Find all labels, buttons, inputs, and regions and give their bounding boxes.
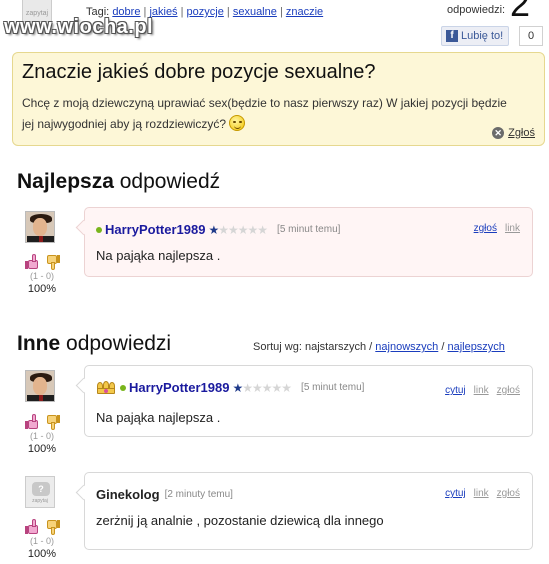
quote-answer-link[interactable]: cytuj xyxy=(445,488,466,499)
tags-label: Tagi: xyxy=(86,6,110,18)
report-answer-link[interactable]: zgłoś xyxy=(497,385,520,396)
answer-card: HarryPotter1989 ★ ★ ★ ★ ★ ★ [5 minut temu] cy… xyxy=(84,365,533,437)
thumb-down-icon[interactable] xyxy=(44,254,60,270)
thumb-down-icon[interactable] xyxy=(44,519,60,535)
thumb-up-icon[interactable] xyxy=(24,519,41,535)
answer-time: [5 minut temu] xyxy=(301,382,365,393)
answer-permalink[interactable]: link xyxy=(505,223,520,234)
tag-link[interactable]: pozycje xyxy=(187,6,224,18)
quote-answer-link[interactable]: cytuj xyxy=(445,385,466,396)
tag-link[interactable]: znaczie xyxy=(286,6,323,18)
answer-author[interactable]: HarryPotter1989 xyxy=(105,222,205,237)
avatar[interactable]: ? zapytaj xyxy=(25,476,55,508)
answer-header: HarryPotter1989 ★ ★ ★ ★ ★ ★ [5 minut temu] xyxy=(96,380,364,395)
crown-icon xyxy=(96,380,116,395)
answer-author[interactable]: Ginekolog xyxy=(96,487,160,502)
best-answer-heading: Najlepsza odpowiedź xyxy=(17,170,220,194)
sort-label: Sortuj wg: xyxy=(253,341,302,353)
star-filled-icon: ★ xyxy=(232,380,243,395)
rank-stars: ★ ★ ★ ★ ★ ★ xyxy=(208,222,268,237)
star-empty-icon: ★ xyxy=(261,380,273,395)
star-empty-icon: ★ xyxy=(257,222,268,237)
vote-count: (1 - 0) xyxy=(29,536,54,546)
smiley-icon xyxy=(229,115,246,131)
answer-header: Ginekolog [2 minuty temu] xyxy=(96,487,233,502)
answer-text: Na pająka najlepsza . xyxy=(96,410,221,425)
answer-author[interactable]: HarryPotter1989 xyxy=(129,380,229,395)
answer-header: HarryPotter1989 ★ ★ ★ ★ ★ ★ [5 minut temu] xyxy=(96,222,340,237)
rank-stars: ★ ★ ★ ★ ★ ★ xyxy=(232,380,292,395)
tags-bar: Tagi: dobre | jakieś | pozycje | sexualn… xyxy=(86,6,324,18)
other-heading-rest: odpowiedzi xyxy=(66,332,172,355)
question-box: Znaczie jakieś dobre pozycje sexualne? C… xyxy=(12,52,545,146)
top-bar: zapytaj www.wiocha.pl Tagi: dobre | jaki… xyxy=(0,0,549,50)
star-empty-icon: ★ xyxy=(242,380,253,395)
star-empty-icon: ★ xyxy=(271,380,283,395)
close-circle-icon: ✕ xyxy=(492,127,505,139)
vote-count: (1 - 0) xyxy=(29,431,54,441)
sort-newest-link[interactable]: najnowszych xyxy=(375,341,438,353)
facebook-like-label: Lubię to! xyxy=(461,30,504,42)
question-body: Chcę z moją dziewczyną uprawiać sex(będz… xyxy=(22,93,522,135)
answer-actions: cytuj link zgłoś xyxy=(445,488,520,499)
answer-text: zerżnij ją analnie , pozostanie dziewicą… xyxy=(96,513,384,528)
report-question-label: Zgłoś xyxy=(508,127,535,139)
watermark: www.wiocha.pl xyxy=(4,16,154,38)
question-title: Znaczie jakieś dobre pozycje sexualne? xyxy=(22,61,376,83)
answers-count-label: odpowiedzi: xyxy=(447,4,506,16)
answer-actions: zgłoś link xyxy=(474,223,520,234)
answer-actions: cytuj link zgłoś xyxy=(445,385,520,396)
vote-panel: (1 - 0) 100% xyxy=(20,519,64,560)
star-filled-icon: ★ xyxy=(208,222,219,237)
star-empty-icon: ★ xyxy=(218,222,229,237)
facebook-like-button[interactable]: f Lubię to! xyxy=(441,26,510,46)
question-body-text: Chcę z moją dziewczyną uprawiać sex(będz… xyxy=(22,96,507,131)
avatar[interactable] xyxy=(25,211,55,243)
answer-permalink[interactable]: link xyxy=(474,488,489,499)
vote-percent: 100% xyxy=(27,443,57,455)
answers-count: 2 xyxy=(510,0,531,24)
facebook-icon: f xyxy=(446,30,458,42)
best-answer-card: HarryPotter1989 ★ ★ ★ ★ ★ ★ [5 minut temu] zg… xyxy=(84,207,533,277)
avatar[interactable] xyxy=(25,370,55,402)
best-heading-bold: Najlepsza xyxy=(17,170,114,193)
vote-percent: 100% xyxy=(27,548,57,560)
thumb-up-icon[interactable] xyxy=(24,254,41,270)
facebook-like-count: 0 xyxy=(519,26,543,46)
answer-time: [5 minut temu] xyxy=(277,224,341,235)
best-heading-rest: odpowiedź xyxy=(119,170,221,193)
answer-permalink[interactable]: link xyxy=(474,385,489,396)
online-status-icon xyxy=(96,226,102,233)
vote-panel: (1 - 0) 100% xyxy=(20,254,64,295)
star-empty-icon: ★ xyxy=(227,222,239,237)
online-status-icon xyxy=(120,384,126,391)
sort-best-link[interactable]: najlepszych xyxy=(447,341,504,353)
star-empty-icon: ★ xyxy=(281,380,292,395)
answer-text: Na pająka najlepsza . xyxy=(96,248,221,263)
report-question-button[interactable]: ✕ Zgłoś xyxy=(492,127,535,139)
vote-count: (1 - 0) xyxy=(29,271,54,281)
sort-bar: Sortuj wg: najstarszych / najnowszych / … xyxy=(253,341,505,353)
vote-percent: 100% xyxy=(27,283,57,295)
star-empty-icon: ★ xyxy=(247,222,259,237)
other-heading-bold: Inne xyxy=(17,332,61,355)
vote-panel: (1 - 0) 100% xyxy=(20,414,64,455)
report-answer-link[interactable]: zgłoś xyxy=(474,223,497,234)
answer-time: [2 minuty temu] xyxy=(164,489,233,500)
tag-link[interactable]: sexualne xyxy=(233,6,277,18)
report-answer-link[interactable]: zgłoś xyxy=(497,488,520,499)
star-empty-icon: ★ xyxy=(251,380,263,395)
thumb-up-icon[interactable] xyxy=(24,414,41,430)
sort-current: najstarszych xyxy=(304,341,367,353)
other-answers-heading: Inne odpowiedzi xyxy=(17,332,171,356)
answer-card: Ginekolog [2 minuty temu] cytuj link zgł… xyxy=(84,472,533,550)
tag-link[interactable]: dobre xyxy=(112,6,140,18)
tag-link[interactable]: jakieś xyxy=(149,6,177,18)
star-empty-icon: ★ xyxy=(237,222,249,237)
thumb-down-icon[interactable] xyxy=(44,414,60,430)
